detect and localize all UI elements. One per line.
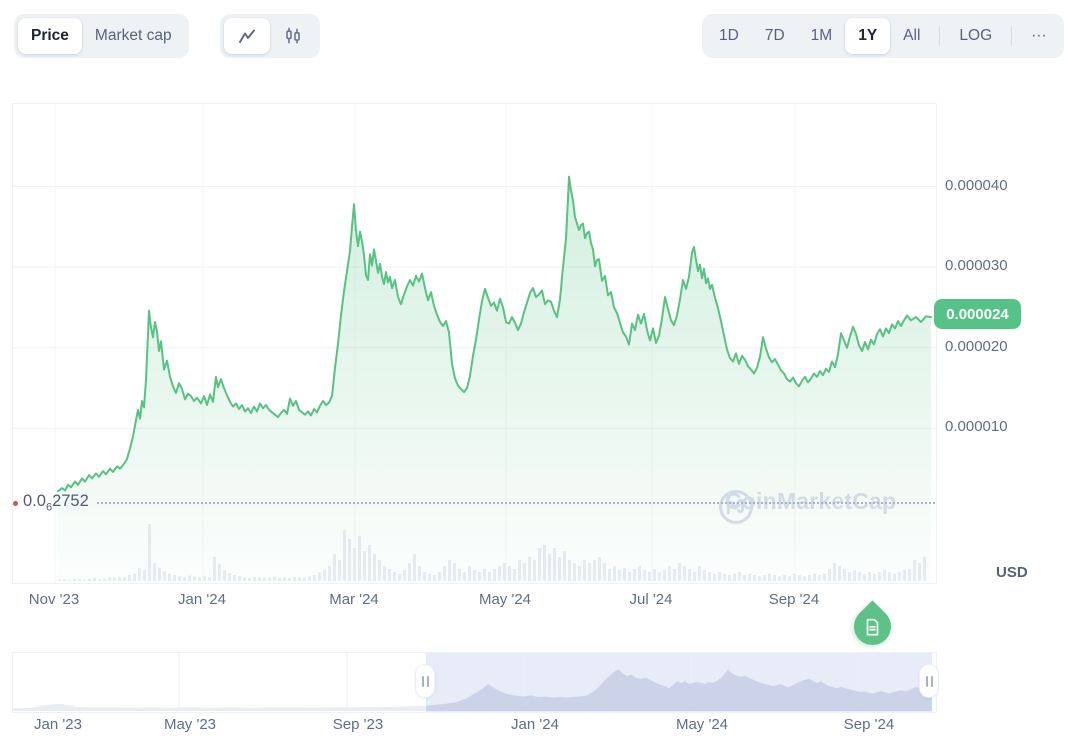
x-axis-tick: Sep '23: [313, 716, 403, 733]
chart-type-toggle: [220, 14, 320, 58]
range-button-1d[interactable]: 1D: [706, 18, 752, 54]
document-icon: [865, 618, 881, 636]
price-chart-svg: [13, 104, 936, 583]
all-time-low-dotted-line: [97, 502, 935, 504]
news-annotation-button[interactable]: [846, 600, 898, 652]
atl-marker-dot: [13, 501, 18, 506]
candlestick-icon: [284, 27, 302, 45]
x-axis-tick: Jan '24: [490, 716, 580, 733]
x-axis-tick: Sep '24: [749, 591, 839, 608]
x-axis-tick: Jan '24: [157, 591, 247, 608]
y-axis-tick: 0.000040: [945, 177, 1008, 194]
price-tab[interactable]: Price: [18, 18, 82, 54]
all-time-low-label: 0.062752: [13, 492, 89, 513]
metric-toggle: PriceMarket cap: [14, 14, 189, 58]
range-button-1y[interactable]: 1Y: [845, 18, 890, 54]
price-chart-plot[interactable]: CoinMarketCap: [12, 103, 937, 584]
atl-price-text: 0.062752: [23, 492, 89, 513]
y-axis-tick: 0.000030: [945, 257, 1008, 274]
candlestick-chart-type-button[interactable]: [270, 18, 316, 54]
x-axis-tick: May '23: [145, 716, 235, 733]
x-axis-tick: May '24: [657, 716, 747, 733]
range-selector-svg: [13, 653, 936, 712]
current-price-badge: 0.000024: [934, 299, 1021, 329]
separator: [939, 26, 940, 46]
x-axis-tick: Sep '24: [824, 716, 914, 733]
line-chart-icon: [238, 29, 256, 44]
x-axis-tick: Jan '23: [13, 716, 103, 733]
price-chart-page: PriceMarket cap 1D7D1M1YAll LOG ··· CoinMa…: [0, 0, 1068, 756]
line-chart-type-button[interactable]: [224, 18, 270, 54]
range-button-1m[interactable]: 1M: [798, 18, 846, 54]
log-scale-button[interactable]: LOG: [946, 18, 1005, 54]
y-axis-tick: 0.000010: [945, 418, 1008, 435]
brush-handle-right[interactable]: [920, 665, 938, 697]
range-button-all[interactable]: All: [890, 18, 933, 54]
x-axis-tick: Jul '24: [606, 591, 696, 608]
range-toggle: 1D7D1M1YAll LOG ···: [702, 14, 1064, 58]
range-button-7d[interactable]: 7D: [752, 18, 798, 54]
y-axis-tick: 0.000020: [945, 338, 1008, 355]
more-options-button[interactable]: ···: [1018, 18, 1060, 54]
x-axis-tick: Nov '23: [9, 591, 99, 608]
brush-handle-left[interactable]: [416, 665, 434, 697]
x-axis-tick: Mar '24: [309, 591, 399, 608]
market-cap-tab[interactable]: Market cap: [82, 18, 185, 54]
currency-unit-label: USD: [996, 564, 1028, 581]
range-selector[interactable]: [12, 652, 937, 713]
x-axis-tick: May '24: [460, 591, 550, 608]
separator: [1011, 26, 1012, 46]
